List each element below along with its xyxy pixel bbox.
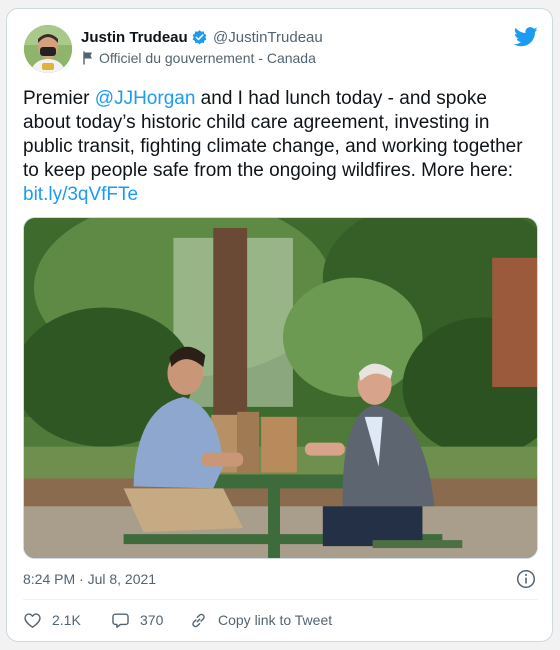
- tweet-card: Justin Trudeau @JustinTrudeau Officiel d…: [6, 8, 553, 642]
- copy-link-button[interactable]: Copy link to Tweet: [189, 609, 332, 631]
- affiliation-label: Officiel du gouvernement - Canada: [99, 50, 316, 66]
- author-handle[interactable]: @JustinTrudeau: [213, 29, 323, 46]
- url-link[interactable]: bit.ly/3qVfFTe: [23, 184, 138, 205]
- tweet-text-part: Premier: [23, 88, 95, 109]
- author-name[interactable]: Justin Trudeau: [81, 29, 188, 46]
- reply-count: 370: [140, 612, 164, 628]
- tweet-timestamp[interactable]: 8:24 PM · Jul 8, 2021: [23, 571, 156, 587]
- heart-icon: [24, 612, 41, 628]
- twitter-bird-icon[interactable]: [514, 27, 538, 47]
- link-icon: [192, 613, 205, 627]
- tweet-photo[interactable]: [23, 217, 538, 559]
- verified-badge-icon: [191, 29, 208, 46]
- like-count: 2.1K: [52, 612, 81, 628]
- info-icon[interactable]: [516, 569, 536, 589]
- reply-button[interactable]: 370: [111, 609, 163, 631]
- like-button[interactable]: 2.1K: [23, 609, 81, 631]
- reply-bubble-icon: [112, 612, 129, 628]
- copy-link-label: Copy link to Tweet: [218, 612, 333, 628]
- author-avatar[interactable]: [24, 25, 72, 73]
- divider: [23, 599, 538, 600]
- government-flag-icon: [82, 51, 94, 65]
- mention-link[interactable]: @JJHorgan: [95, 88, 196, 109]
- tweet-text: Premier @JJHorgan and I had lunch today …: [23, 87, 538, 207]
